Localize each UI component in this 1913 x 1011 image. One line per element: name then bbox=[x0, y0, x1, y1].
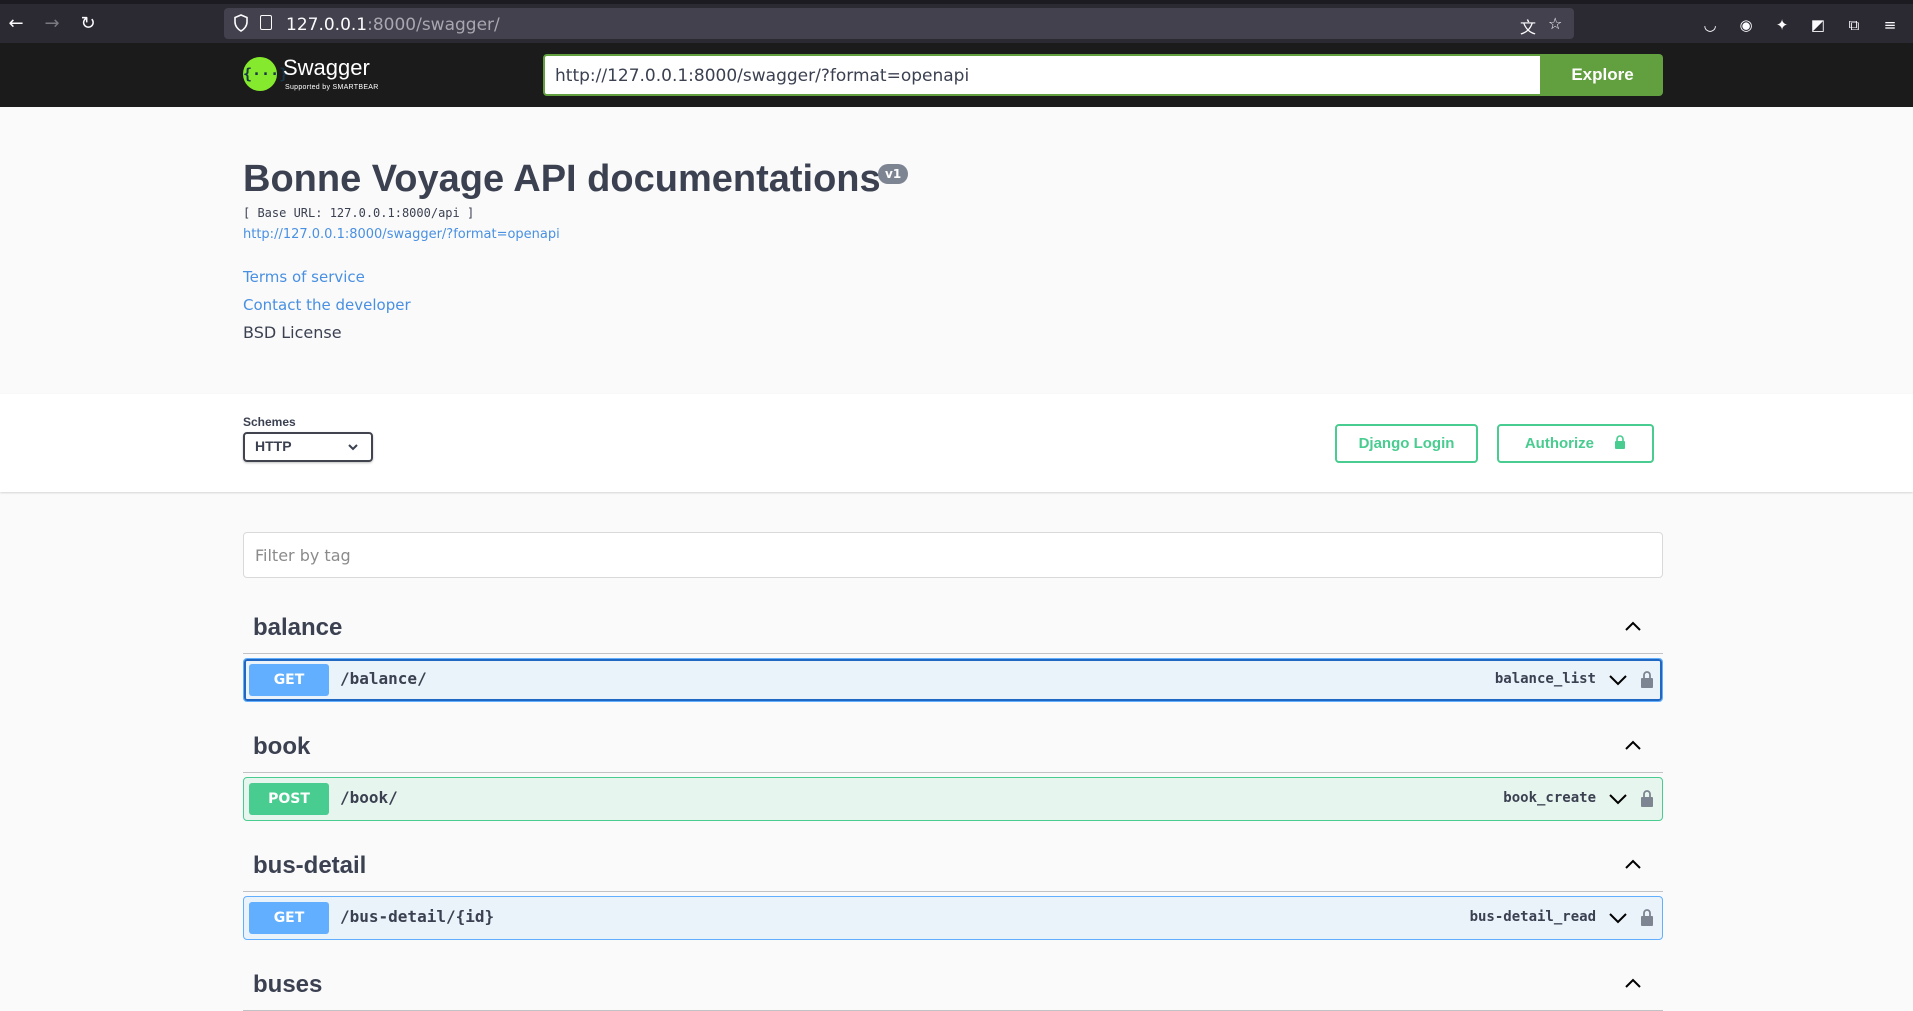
operation-path: /balance/ bbox=[340, 669, 427, 688]
tag-name: buses bbox=[253, 971, 323, 998]
contact-link[interactable]: Contact the developer bbox=[243, 296, 411, 314]
operation-path: /bus-detail/{id} bbox=[340, 907, 495, 926]
extension-fox-icon[interactable]: ✦ bbox=[1772, 15, 1792, 35]
authorize-button[interactable]: Authorize bbox=[1497, 424, 1654, 463]
chevron-up-icon[interactable] bbox=[1623, 854, 1643, 874]
account-icon[interactable]: ◉ bbox=[1736, 15, 1756, 35]
scheme-container: Schemes HTTP Django Login Authorize bbox=[0, 394, 1913, 492]
lock-icon[interactable] bbox=[1640, 789, 1654, 807]
chevron-down-icon bbox=[1609, 794, 1627, 805]
pocket-icon[interactable]: ◡ bbox=[1700, 15, 1720, 35]
tag-name: balance bbox=[253, 614, 343, 641]
schemes-select[interactable]: HTTP bbox=[243, 432, 373, 462]
method-badge: GET bbox=[249, 902, 329, 934]
address-bar[interactable]: 127.0.0.1:8000/swagger/ 文 ☆ bbox=[224, 8, 1574, 39]
tag-name: bus-detail bbox=[253, 852, 367, 879]
swagger-logo-icon: {···} bbox=[243, 57, 288, 91]
filter-by-tag-input[interactable]: Filter by tag bbox=[243, 532, 1663, 578]
operation-id: bus-detail_read bbox=[1469, 909, 1596, 925]
method-badge: GET bbox=[249, 664, 329, 696]
operation-id: book_create bbox=[1503, 790, 1596, 806]
spec-link[interactable]: http://127.0.0.1:8000/swagger/?format=op… bbox=[243, 227, 560, 242]
django-login-button[interactable]: Django Login bbox=[1335, 424, 1478, 463]
chevron-up-icon[interactable] bbox=[1623, 735, 1643, 755]
tag-section-balance[interactable]: balance bbox=[243, 604, 1663, 654]
operation-id: balance_list bbox=[1494, 671, 1596, 687]
chevron-down-icon bbox=[348, 444, 358, 451]
spec-url-input[interactable]: http://127.0.0.1:8000/swagger/?format=op… bbox=[543, 54, 1542, 96]
explore-button[interactable]: Explore bbox=[1542, 54, 1663, 96]
chevron-down-icon bbox=[1609, 913, 1627, 924]
page-title: Bonne Voyage API documentations bbox=[243, 158, 881, 200]
puzzle-icon[interactable]: ⧉ bbox=[1844, 15, 1864, 35]
reload-icon[interactable]: ↻ bbox=[78, 14, 98, 34]
schemes-selected-value: HTTP bbox=[255, 438, 292, 454]
base-url: [ Base URL: 127.0.0.1:8000/api ] bbox=[243, 206, 475, 220]
operation-post-book[interactable]: POST /book/ book_create bbox=[243, 777, 1663, 821]
authorize-label: Authorize bbox=[1524, 435, 1594, 452]
chevron-up-icon[interactable] bbox=[1623, 616, 1643, 636]
tag-name: book bbox=[253, 733, 311, 760]
forward-icon[interactable]: → bbox=[42, 14, 62, 34]
chevron-down-icon bbox=[1609, 675, 1627, 686]
shield-icon bbox=[234, 14, 248, 32]
tag-section-buses[interactable]: buses bbox=[243, 961, 1663, 1011]
browser-toolbar: ← → ↻ 127.0.0.1:8000/swagger/ 文 ☆ ◡ ◉ ✦ … bbox=[0, 0, 1913, 43]
lock-icon bbox=[1615, 435, 1626, 450]
tag-section-bus-detail[interactable]: bus-detail bbox=[243, 842, 1663, 892]
menu-icon[interactable]: ≡ bbox=[1880, 15, 1900, 35]
terms-link[interactable]: Terms of service bbox=[243, 268, 365, 286]
logo-subtext: Supported by SMARTBEAR bbox=[285, 84, 379, 91]
lock-icon[interactable] bbox=[1640, 908, 1654, 926]
lock-icon[interactable] bbox=[1640, 670, 1654, 688]
operation-get-balance[interactable]: GET /balance/ balance_list bbox=[243, 658, 1663, 702]
version-badge: v1 bbox=[878, 164, 909, 184]
operation-get-bus-detail[interactable]: GET /bus-detail/{id} bus-detail_read bbox=[243, 896, 1663, 940]
page-icon bbox=[260, 15, 272, 30]
logo-text: Swagger bbox=[283, 55, 370, 80]
method-badge: POST bbox=[249, 783, 329, 815]
bookmark-star-icon[interactable]: ☆ bbox=[1548, 14, 1562, 33]
license-text: BSD License bbox=[243, 323, 342, 342]
chevron-up-icon[interactable] bbox=[1623, 973, 1643, 993]
operation-path: /book/ bbox=[340, 788, 398, 807]
extension-icon[interactable]: ◩ bbox=[1808, 15, 1828, 35]
tag-section-book[interactable]: book bbox=[243, 723, 1663, 773]
schemes-label: Schemes bbox=[243, 415, 296, 429]
back-icon[interactable]: ← bbox=[6, 14, 26, 34]
address-text: 127.0.0.1:8000/swagger/ bbox=[286, 15, 500, 35]
translate-icon[interactable]: 文 bbox=[1520, 14, 1536, 38]
